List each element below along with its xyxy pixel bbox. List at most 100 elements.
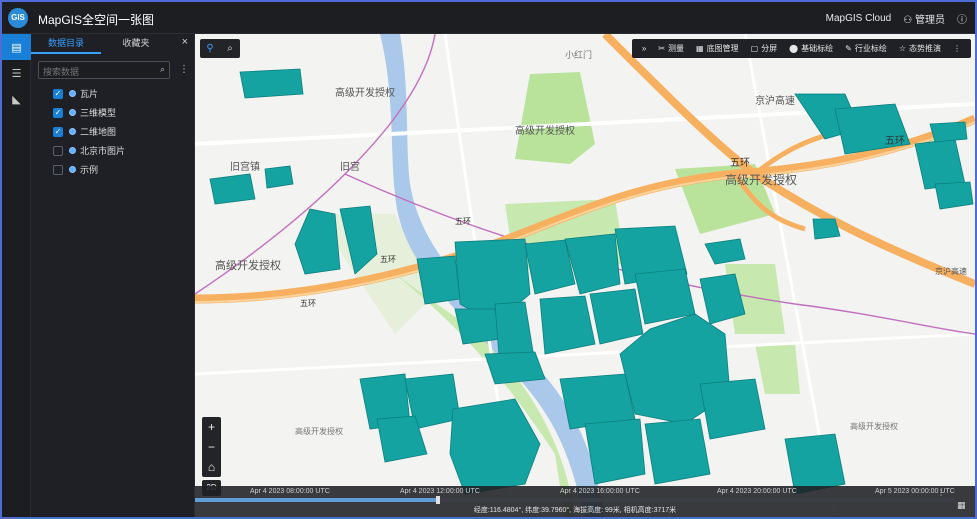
coordinate-status: 经度:116.4804°, 纬度:39.7960°, 海拔高度: 99米, 相机…: [473, 507, 677, 514]
layers-icon[interactable]: ▤: [2, 34, 31, 60]
toolbar-basic-plot[interactable]: ⬤ 基础标绘: [783, 43, 839, 54]
timeline-track[interactable]: [195, 496, 955, 504]
star-icon: ☆: [898, 44, 906, 53]
toolbar-basemap[interactable]: ▦ 底图管理: [690, 43, 745, 54]
left-rail: ▤ ☰ ◣: [2, 34, 31, 517]
close-icon[interactable]: ×: [182, 36, 188, 48]
timeline-label: Apr 4 2023 12:00:00 UTC: [400, 488, 480, 495]
tree-item-label: 二维地图: [80, 127, 117, 137]
top-right-controls: MapGIS Cloud ⚇ 管理员 ⓘ: [826, 11, 967, 26]
svg-text:小红门: 小红门: [565, 49, 592, 60]
svg-text:高级开发授权: 高级开发授权: [850, 421, 898, 431]
svg-text:五环: 五环: [300, 299, 316, 308]
checkbox[interactable]: ✓: [53, 107, 63, 118]
svg-text:高级开发授权: 高级开发授权: [515, 124, 575, 137]
globe-icon: [69, 128, 76, 135]
search-icon[interactable]: ⌕: [220, 43, 240, 54]
tree-item-label: 示例: [80, 165, 99, 175]
toolbar-label: 分屏: [761, 44, 778, 53]
toolbar-label: 底图管理: [706, 44, 739, 53]
toolbar-label: 基础标绘: [801, 44, 834, 53]
svg-text:五环: 五环: [380, 255, 396, 264]
analysis-icon[interactable]: ◣: [2, 86, 31, 112]
zoom-in-button[interactable]: +: [202, 417, 221, 437]
search-input[interactable]: [39, 64, 149, 80]
more-options-icon[interactable]: ⋮: [947, 44, 967, 53]
timeline-labels: Apr 4 2023 08:00:00 UTC Apr 4 2023 12:00…: [195, 488, 955, 498]
timeline-bar: Apr 4 2023 08:00:00 UTC Apr 4 2023 12:00…: [195, 486, 975, 517]
svg-text:高级开发授权: 高级开发授权: [725, 172, 797, 187]
info-icon[interactable]: ⓘ: [957, 11, 967, 26]
checkbox[interactable]: [53, 164, 63, 175]
toolbar-industry-plot[interactable]: ✎ 行业标绘: [839, 43, 893, 54]
zoom-out-button[interactable]: −: [202, 437, 221, 457]
panel-tabs: 数据目录 收藏夹: [31, 34, 194, 54]
tree-item-label: 北京市图片: [80, 146, 126, 156]
cloud-link[interactable]: MapGIS Cloud: [826, 13, 892, 24]
svg-text:五环: 五环: [730, 158, 750, 169]
more-options-icon[interactable]: ⋮: [179, 64, 189, 75]
map-tools-left: ⚲ ⌕: [200, 39, 240, 58]
pen-icon: ✎: [845, 44, 852, 53]
map-canvas[interactable]: 京沪高速 五环 五环 五环 五环 五环 旧宫 旧宫镇 高级开发授权 高级开发授权…: [195, 34, 975, 519]
toolbar-label: 态势推演: [909, 44, 941, 53]
tree-item-beijing-images[interactable]: 北京市图片: [53, 141, 125, 160]
app-window: GIS MapGIS全空间一张图 MapGIS Cloud ⚇ 管理员 ⓘ ▤ …: [0, 0, 977, 519]
home-icon[interactable]: ⌂: [202, 457, 221, 477]
grid-icon[interactable]: ▦: [957, 500, 969, 512]
timeline-menu-icon[interactable]: ⋮: [937, 488, 945, 497]
svg-text:旧宫: 旧宫: [340, 160, 360, 173]
svg-text:高级开发授权: 高级开发授权: [295, 426, 343, 436]
tree-item-example[interactable]: 示例: [53, 160, 125, 179]
logo-icon: GIS: [8, 8, 28, 28]
timeline-handle[interactable]: [436, 496, 441, 504]
user-name: 管理员: [915, 15, 945, 26]
checkbox[interactable]: ✓: [53, 126, 63, 137]
svg-text:高级开发授权: 高级开发授权: [215, 258, 281, 272]
checkbox[interactable]: [53, 145, 63, 156]
ruler-icon: ✂: [658, 44, 666, 53]
user-menu[interactable]: ⚇ 管理员: [903, 11, 945, 26]
app-title: MapGIS全空间一张图: [38, 13, 155, 27]
list-icon[interactable]: ☰: [2, 60, 31, 86]
toolbar-situation[interactable]: ☆ 态势推演: [893, 43, 947, 54]
timeline-progress: [195, 498, 439, 502]
map-view[interactable]: 京沪高速 五环 五环 五环 五环 五环 旧宫 旧宫镇 高级开发授权 高级开发授权…: [195, 34, 975, 519]
svg-text:五环: 五环: [455, 217, 471, 226]
svg-text:京沪高速: 京沪高速: [935, 266, 967, 276]
collapse-icon[interactable]: »: [636, 44, 652, 53]
timeline-label: Apr 4 2023 20:00:00 UTC: [717, 488, 797, 495]
toolbar-label: 测量: [668, 44, 685, 53]
data-catalog-panel: 数据目录 收藏夹 × ⌕ ⋮ ✓ 瓦片 ✓ 三维模型 ✓ 二维地图 北京市图片 示例: [31, 34, 195, 517]
globe-icon: [69, 147, 76, 154]
svg-text:旧宫镇: 旧宫镇: [230, 160, 260, 173]
tree-item-label: 瓦片: [80, 89, 99, 99]
tree-item-2d-map[interactable]: ✓ 二维地图: [53, 122, 125, 141]
timeline-label: Apr 4 2023 08:00:00 UTC: [250, 488, 330, 495]
svg-text:京沪高速: 京沪高速: [755, 94, 795, 107]
map-toolbar: » ✂ 测量 ▦ 底图管理 ▢ 分屏 ⬤ 基础标绘 ✎ 行业标绘 ☆ 态势推演 ⋮: [631, 39, 971, 58]
layer-tree: ✓ 瓦片 ✓ 三维模型 ✓ 二维地图 北京市图片 示例: [53, 84, 125, 179]
toolbar-label: 行业标绘: [854, 44, 887, 53]
tree-item-3d-model[interactable]: ✓ 三维模型: [53, 103, 125, 122]
svg-text:高级开发授权: 高级开发授权: [335, 86, 395, 99]
marker-icon: ⬤: [789, 44, 799, 53]
location-icon[interactable]: ⚲: [200, 43, 220, 54]
toolbar-split[interactable]: ▢ 分屏: [745, 43, 784, 54]
timeline-label: Apr 4 2023 16:00:00 UTC: [560, 488, 640, 495]
tree-item-tiles[interactable]: ✓ 瓦片: [53, 84, 125, 103]
toolbar-measure[interactable]: ✂ 测量: [652, 43, 690, 54]
split-screen-icon: ▢: [750, 44, 759, 53]
tab-favorites[interactable]: 收藏夹: [101, 34, 171, 54]
top-bar: GIS MapGIS全空间一张图 MapGIS Cloud ⚇ 管理员 ⓘ: [2, 2, 975, 34]
globe-icon: [69, 166, 76, 173]
search-box: ⌕: [38, 61, 170, 80]
user-icon: ⚇: [903, 15, 913, 26]
globe-icon: [69, 90, 76, 97]
search-icon[interactable]: ⌕: [160, 64, 165, 75]
tab-data-catalog[interactable]: 数据目录: [31, 34, 101, 54]
checkbox[interactable]: ✓: [53, 88, 63, 99]
svg-text:五环: 五环: [885, 136, 905, 147]
globe-icon: [69, 109, 76, 116]
tree-item-label: 三维模型: [80, 108, 117, 118]
